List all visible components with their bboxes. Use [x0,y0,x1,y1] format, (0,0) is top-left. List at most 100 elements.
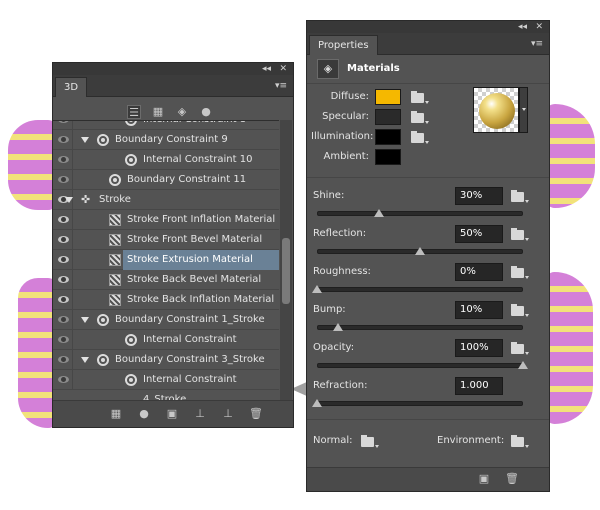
expand-triangle-icon[interactable] [65,197,73,203]
layer-row[interactable]: Internal Constraint 10 [53,150,279,170]
layer-row[interactable]: Internal Constraint 4_Stroke [53,370,279,400]
value-input[interactable]: 1.000 [455,377,503,395]
color-swatch[interactable] [375,129,401,145]
visibility-toggle[interactable] [53,250,73,270]
delete-icon[interactable]: 🗑 [505,472,519,486]
scene-filter-icon[interactable]: ☰ [127,105,141,119]
color-swatch[interactable] [375,149,401,165]
value-input[interactable]: 50% [455,225,503,243]
collapse-icon[interactable]: ◂◂ [518,21,527,33]
color-swatch[interactable] [375,109,401,125]
layer-row[interactable]: Stroke Back Inflation Material [53,290,279,310]
visibility-toggle[interactable] [53,210,73,230]
properties-panel: ◂◂ ✕ Properties ▾≡ ◈ Materials Diffuse: S… [306,20,550,492]
layer-label: Stroke [99,194,131,205]
material-picker-dropdown[interactable] [519,87,528,133]
mesh-filter-icon[interactable]: ▦ [151,105,165,119]
delete-icon[interactable]: 🗑 [249,407,263,421]
slider-track[interactable] [317,325,523,330]
slider-track[interactable] [317,287,523,292]
material-drop-icon[interactable]: ▣ [477,472,491,486]
visibility-toggle[interactable] [53,290,73,310]
visibility-toggle[interactable] [53,350,73,370]
slider-thumb[interactable] [415,247,425,255]
visibility-toggle[interactable] [53,170,73,190]
new-light-icon[interactable]: ⊥ [221,407,235,421]
panel-menu-icon[interactable]: ▾≡ [275,80,287,92]
value-input[interactable]: 100% [455,339,503,357]
layer-row[interactable]: Internal Constraint 8 [53,121,279,130]
layer-row[interactable]: Internal Constraint 2_Stroke [53,330,279,365]
slider-label: Bump: [313,304,346,315]
color-label: Specular: [322,111,369,122]
visibility-toggle[interactable] [53,121,73,130]
slider-track[interactable] [317,211,523,216]
chevron-down-icon [425,141,429,144]
slider-thumb[interactable] [332,323,343,331]
slider-track[interactable] [317,363,523,368]
visibility-toggle[interactable] [53,330,73,350]
slider-thumb[interactable] [312,285,322,293]
layer-row[interactable]: Boundary Constraint 3_Stroke [53,350,279,370]
panel-menu-icon[interactable]: ▾≡ [531,38,543,50]
expand-triangle-icon[interactable] [81,137,89,143]
slider-thumb[interactable] [312,399,322,407]
visibility-toggle[interactable] [53,270,73,290]
expand-triangle-icon[interactable] [81,317,89,323]
normal-folder-icon[interactable] [361,435,374,447]
value-input[interactable]: 0% [455,263,503,281]
constraint-icon [97,314,109,326]
close-icon[interactable]: ✕ [535,21,543,33]
value-input[interactable]: 30% [455,187,503,205]
visibility-toggle[interactable] [53,370,73,390]
visibility-toggle[interactable] [53,150,73,170]
texture-folder-icon[interactable] [411,91,424,103]
add-mesh-icon[interactable]: ▣ [165,407,179,421]
chevron-down-icon [525,445,529,448]
texture-folder-icon[interactable] [411,131,424,143]
material-filter-icon[interactable]: ◈ [175,105,189,119]
section-header: ◈ Materials [307,56,549,84]
value-input[interactable]: 10% [455,301,503,319]
visibility-toggle[interactable] [53,130,73,150]
texture-folder-icon[interactable] [511,190,524,202]
slider-track[interactable] [317,401,523,406]
texture-folder-icon[interactable] [511,342,524,354]
layer-row[interactable]: Boundary Constraint 1_Stroke [53,310,279,330]
materials-icon: ◈ [317,59,339,79]
constraint-icon [125,334,137,346]
texture-folder-icon[interactable] [411,111,424,123]
layer-row[interactable]: ✜ Stroke [53,190,279,210]
layer-row[interactable]: Stroke Extrusion Material [53,250,279,270]
render-icon[interactable]: ▦ [109,407,123,421]
tab-properties[interactable]: Properties [309,35,378,55]
layer-row[interactable]: Stroke Front Inflation Material [53,210,279,230]
texture-folder-icon[interactable] [511,304,524,316]
slider-thumb[interactable] [518,361,528,369]
tab-3d[interactable]: 3D [55,77,88,97]
visibility-toggle[interactable] [53,230,73,250]
layer-row[interactable]: Stroke Back Bevel Material [53,270,279,290]
light-add-icon[interactable]: ● [137,407,151,421]
collapse-icon[interactable]: ◂◂ [262,63,271,75]
expand-triangle-icon[interactable] [81,357,89,363]
scrollbar-thumb[interactable] [282,238,290,304]
layer-label: Internal Constraint 2_Stroke [143,334,237,365]
layer-row[interactable]: Boundary Constraint 9 [53,130,279,150]
layers-scrollbar[interactable] [280,120,292,400]
material-preview[interactable] [473,87,519,133]
texture-folder-icon[interactable] [511,266,524,278]
visibility-toggle[interactable] [53,310,73,330]
eye-icon [58,121,69,123]
slider-thumb[interactable] [373,209,384,217]
eye-icon [58,136,69,143]
layer-row[interactable]: Boundary Constraint 11 [53,170,279,190]
layer-row[interactable]: Stroke Front Bevel Material [53,230,279,250]
material-sphere [479,93,515,129]
color-swatch[interactable] [375,89,401,105]
environment-folder-icon[interactable] [511,435,524,447]
close-icon[interactable]: ✕ [279,63,287,75]
drop-to-ground-icon[interactable]: ⊥ [193,407,207,421]
light-filter-icon[interactable]: ● [199,105,213,119]
texture-folder-icon[interactable] [511,228,524,240]
